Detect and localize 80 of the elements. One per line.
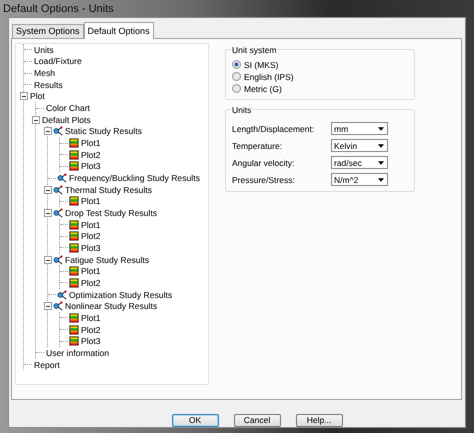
contour-plot-icon <box>69 220 79 230</box>
tree-item[interactable]: Thermal Study Results <box>64 184 153 195</box>
tree-item[interactable]: Drop Test Study Results <box>64 208 158 218</box>
tree-item[interactable]: Plot1 <box>80 138 102 148</box>
tab[interactable]: System Options <box>12 24 84 38</box>
study-icon <box>53 184 63 195</box>
tree-item[interactable]: Default Plots <box>41 114 92 125</box>
tree-item[interactable]: Plot1 <box>80 220 102 230</box>
tree-item[interactable]: Results <box>33 80 64 90</box>
collapse-icon[interactable] <box>44 256 52 264</box>
collapse-icon[interactable] <box>44 209 52 218</box>
tree-item[interactable]: Plot1 <box>80 312 102 323</box>
dialog-button[interactable]: Cancel <box>234 414 280 427</box>
field-label: Angular velocity: <box>232 158 296 168</box>
radio-label[interactable]: SI (MKS) <box>244 60 278 70</box>
radio-button[interactable] <box>232 72 241 81</box>
contour-plot-icon <box>69 138 79 148</box>
contour-plot-icon <box>69 161 79 172</box>
tree-item[interactable]: Frequency/Buckling Study Results <box>68 173 201 184</box>
tree-item[interactable]: Plot <box>29 91 46 102</box>
caret-icon <box>378 178 384 182</box>
radio-button[interactable] <box>232 84 241 93</box>
radio-label[interactable]: English (IPS) <box>244 72 294 82</box>
collapse-icon[interactable] <box>44 186 52 194</box>
tree-item[interactable]: Plot3 <box>80 242 102 253</box>
contour-plot-icon <box>69 266 79 276</box>
study-icon <box>53 301 63 312</box>
tab[interactable]: Default Options <box>84 22 154 39</box>
caret-icon <box>378 126 384 130</box>
unit-dropdown[interactable]: mm <box>331 122 388 135</box>
study-icon <box>57 173 67 184</box>
unit-dropdown[interactable]: Kelvin <box>331 139 388 152</box>
contour-plot-icon <box>69 231 79 242</box>
tree-item[interactable]: Plot2 <box>80 278 102 288</box>
study-icon <box>53 254 63 265</box>
contour-plot-icon <box>69 312 79 323</box>
collapse-icon[interactable] <box>44 302 52 310</box>
unit-dropdown[interactable]: rad/sec <box>331 156 388 169</box>
caret-icon <box>378 144 384 148</box>
tree-item[interactable]: Plot1 <box>80 196 102 206</box>
tree-item[interactable]: Plot3 <box>80 336 102 346</box>
tree-item[interactable]: Nonlinear Study Results <box>64 301 158 312</box>
tree-item[interactable]: Plot3 <box>80 161 102 172</box>
tree-item[interactable]: Static Study Results <box>64 126 143 136</box>
collapse-icon[interactable] <box>32 116 40 124</box>
dialog-button[interactable]: Help... <box>296 414 342 427</box>
collapse-icon[interactable] <box>20 92 28 100</box>
radio-button[interactable] <box>232 60 241 69</box>
group-title: Unit system <box>231 45 278 55</box>
tree-item[interactable]: Plot2 <box>80 231 102 242</box>
tree-item[interactable]: Optimization Study Results <box>68 290 174 300</box>
tree-item[interactable]: Report <box>33 360 61 370</box>
tree-item[interactable]: Mesh <box>33 68 56 78</box>
contour-plot-icon <box>69 324 79 335</box>
tree-item[interactable]: Plot1 <box>80 266 102 276</box>
group-title: Units <box>231 105 252 115</box>
collapse-icon[interactable] <box>44 127 52 136</box>
contour-plot-icon <box>69 242 79 253</box>
field-label: Length/Displacement: <box>232 124 316 134</box>
study-icon <box>53 126 63 136</box>
tree-item[interactable]: Load/Fixture <box>33 56 83 66</box>
study-icon <box>57 290 67 300</box>
study-icon <box>53 208 63 218</box>
radio-label[interactable]: Metric (G) <box>244 84 282 94</box>
unit-dropdown[interactable]: N/m^2 <box>331 173 388 186</box>
tree-item[interactable]: Color Chart <box>45 103 91 114</box>
tree-item[interactable]: Plot2 <box>80 324 102 335</box>
caret-icon <box>378 160 384 164</box>
field-label: Pressure/Stress: <box>232 174 296 184</box>
tree-item[interactable]: Fatigue Study Results <box>64 254 150 265</box>
tree-item[interactable]: Units <box>33 44 55 55</box>
contour-plot-icon <box>69 278 79 288</box>
contour-plot-icon <box>69 336 79 346</box>
dialog-button[interactable]: OK <box>172 414 218 427</box>
window-title: Default Options - Units <box>3 2 114 14</box>
contour-plot-icon <box>69 150 79 160</box>
contour-plot-icon <box>69 196 79 206</box>
tree-item[interactable]: User information <box>45 348 110 358</box>
field-label: Temperature: <box>232 140 284 150</box>
tree-item[interactable]: Plot2 <box>80 150 102 160</box>
